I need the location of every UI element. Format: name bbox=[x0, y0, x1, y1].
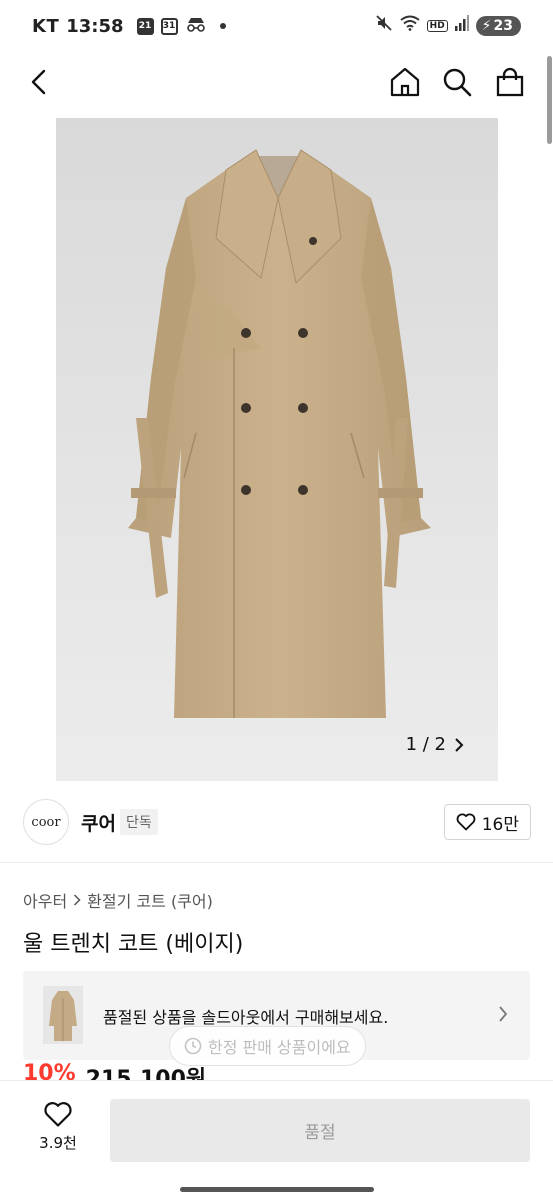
brand-row: coor 쿠어 단독 16만 bbox=[0, 781, 553, 863]
limited-sale-toast: 한정 판매 상품이에요 bbox=[169, 1026, 366, 1066]
banner-thumbnail bbox=[43, 986, 83, 1044]
soldout-banner-text: 품절된 상품을 솔드아웃에서 구매해보세요. bbox=[103, 1008, 389, 1027]
charging-icon: ⚡ bbox=[481, 17, 492, 34]
exclusive-badge: 단독 bbox=[120, 809, 158, 835]
brand-name[interactable]: 쿠어 bbox=[81, 809, 116, 836]
chevron-right-icon bbox=[499, 1006, 508, 1022]
home-indicator[interactable] bbox=[180, 1187, 374, 1192]
search-button[interactable] bbox=[435, 60, 479, 104]
brand-like-button[interactable]: 16만 bbox=[443, 804, 531, 840]
hd-voice-icon: HD bbox=[426, 19, 448, 32]
carrier-label: KT bbox=[32, 15, 60, 37]
product-image-gallery[interactable]: 1 / 2 bbox=[56, 118, 498, 781]
discount-rate: 10% bbox=[23, 1061, 76, 1081]
notification-dot-icon bbox=[219, 23, 226, 29]
mute-icon bbox=[375, 14, 393, 37]
calendar-date-icon: 31 bbox=[160, 17, 178, 35]
shopping-bag-icon bbox=[496, 67, 524, 97]
status-bar: KT 13:58 21 31 HD ⚡ 23 bbox=[0, 0, 553, 52]
incognito-icon bbox=[185, 16, 207, 37]
battery-level: 23 bbox=[493, 17, 513, 34]
brand-like-count: 16만 bbox=[481, 814, 519, 835]
wifi-icon bbox=[400, 15, 420, 36]
calendar-notification-icon: 21 bbox=[136, 17, 154, 35]
clock-icon bbox=[184, 1037, 202, 1055]
wish-button[interactable]: 3.9천 bbox=[28, 1101, 88, 1153]
chevron-right-icon bbox=[74, 894, 81, 906]
soldout-buy-button[interactable]: 품절 bbox=[110, 1099, 530, 1162]
cart-button[interactable] bbox=[488, 60, 532, 104]
breadcrumb-item-category[interactable]: 환절기 코트 (쿠어) bbox=[87, 888, 213, 912]
wish-count: 3.9천 bbox=[39, 1134, 77, 1152]
heart-icon bbox=[456, 813, 476, 831]
scrollbar[interactable] bbox=[547, 56, 552, 144]
clock: 13:58 bbox=[66, 15, 124, 37]
heart-icon bbox=[44, 1102, 72, 1127]
gallery-page-text: 1 / 2 bbox=[405, 734, 446, 755]
home-button[interactable] bbox=[383, 60, 427, 104]
breadcrumb: 아우터 환절기 코트 (쿠어) bbox=[23, 888, 213, 912]
product-photo-trench-coat bbox=[128, 149, 431, 718]
product-title: 울 트렌치 코트 (베이지) bbox=[23, 932, 244, 957]
brand-logo[interactable]: coor bbox=[23, 799, 69, 845]
signal-icon bbox=[454, 15, 469, 36]
search-icon bbox=[443, 68, 472, 97]
breadcrumb-item-outer[interactable]: 아우터 bbox=[23, 888, 67, 912]
limited-sale-text: 한정 판매 상품이에요 bbox=[208, 1038, 351, 1057]
top-nav bbox=[0, 52, 553, 112]
back-icon bbox=[31, 69, 46, 95]
back-button[interactable] bbox=[18, 60, 62, 104]
bottom-action-bar: 3.9천 품절 bbox=[0, 1080, 553, 1200]
chevron-right-icon bbox=[455, 737, 464, 752]
gallery-page-indicator[interactable]: 1 / 2 bbox=[406, 734, 464, 755]
home-icon bbox=[390, 67, 420, 97]
battery-indicator: ⚡ 23 bbox=[475, 15, 521, 36]
